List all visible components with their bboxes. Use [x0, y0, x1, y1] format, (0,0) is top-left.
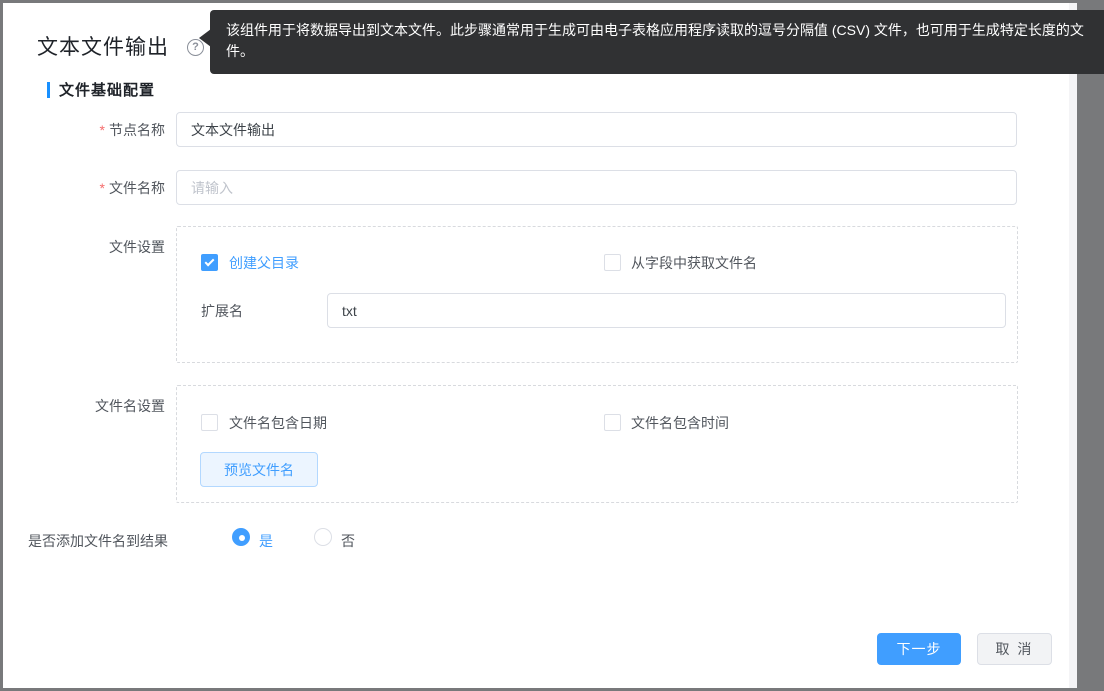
- next-step-button[interactable]: 下一步: [877, 633, 961, 665]
- checkbox-include-time[interactable]: [604, 414, 621, 431]
- radio-no[interactable]: [314, 528, 332, 546]
- file-name-input[interactable]: [176, 170, 1017, 205]
- help-tooltip: 该组件用于将数据导出到文本文件。此步骤通常用于生成可由电子表格应用程序读取的逗号…: [210, 10, 1104, 74]
- checkbox-include-date[interactable]: [201, 414, 218, 431]
- include-time-label[interactable]: 文件名包含时间: [631, 415, 729, 432]
- extension-label: 扩展名: [201, 301, 243, 321]
- checkbox-filename-from-field[interactable]: [604, 254, 621, 271]
- section-title: 文件基础配置: [59, 79, 155, 100]
- node-name-input[interactable]: [176, 112, 1017, 147]
- cancel-button[interactable]: 取 消: [977, 633, 1052, 665]
- section-header-file-basic-config: 文件基础配置: [47, 79, 155, 100]
- radio-no-label[interactable]: 否: [341, 531, 355, 551]
- checkbox-create-parent-dir[interactable]: [201, 254, 218, 271]
- required-asterisk: *: [100, 122, 105, 138]
- text-file-output-dialog: 文本文件输出 ? 文件基础配置 *节点名称 *文件名称 文件设置 创建父目录 从…: [3, 3, 1077, 688]
- filename-settings-label: 文件名设置: [3, 396, 165, 416]
- add-filename-to-result-label: 是否添加文件名到结果: [28, 531, 168, 551]
- tooltip-text: 该组件用于将数据导出到文本文件。此步骤通常用于生成可由电子表格应用程序读取的逗号…: [226, 22, 1084, 59]
- dialog-title: 文本文件输出: [37, 31, 169, 61]
- node-name-label-text: 节点名称: [109, 122, 165, 138]
- check-icon: [205, 257, 215, 267]
- radio-yes[interactable]: [232, 528, 250, 546]
- section-accent-bar: [47, 82, 50, 98]
- file-name-label: *文件名称: [3, 178, 165, 198]
- extension-input[interactable]: [327, 293, 1006, 328]
- required-asterisk: *: [100, 180, 105, 196]
- file-settings-label: 文件设置: [3, 237, 165, 257]
- node-name-label: *节点名称: [3, 120, 165, 140]
- create-parent-dir-label[interactable]: 创建父目录: [229, 255, 299, 272]
- dialog-scrollbar-track[interactable]: [1069, 3, 1077, 688]
- preview-filename-button[interactable]: 预览文件名: [200, 452, 318, 487]
- filename-from-field-label[interactable]: 从字段中获取文件名: [631, 255, 757, 272]
- include-date-label[interactable]: 文件名包含日期: [229, 415, 327, 432]
- radio-yes-label[interactable]: 是: [259, 531, 273, 551]
- file-name-label-text: 文件名称: [109, 180, 165, 196]
- tooltip-arrow-icon: [199, 29, 211, 47]
